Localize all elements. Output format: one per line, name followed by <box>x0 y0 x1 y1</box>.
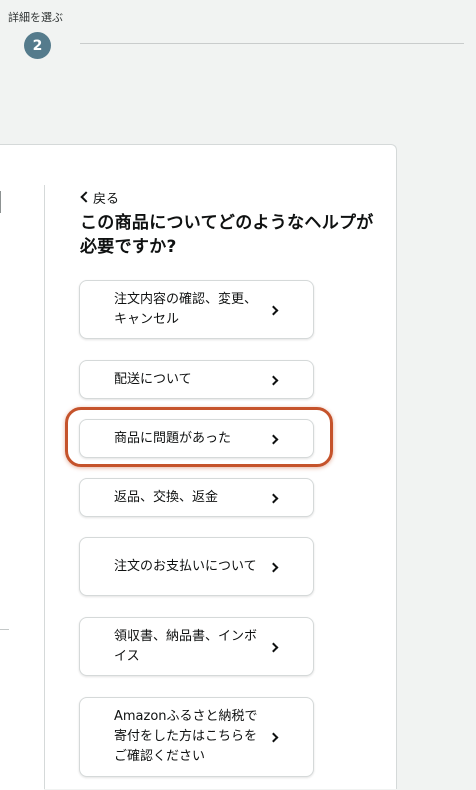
chevron-right-icon <box>268 732 279 743</box>
chevron-right-icon <box>268 434 279 444</box>
option-label: 配送について <box>114 371 192 387</box>
option-item-problem[interactable]: 商品に問題があった <box>79 419 314 458</box>
help-card: 戻る この商品についてどのようなヘルプが必要ですか? 注文内容の確認、変更、キャ… <box>44 144 397 789</box>
help-heading: この商品についてどのようなヘルプが必要ですか? <box>80 213 374 257</box>
left-panel <box>0 144 44 790</box>
option-order-change-cancel[interactable]: 注文内容の確認、変更、キャンセル <box>79 280 314 339</box>
back-link-label: 戻る <box>93 191 120 207</box>
panel-divider <box>44 185 45 789</box>
left-panel-mark <box>0 191 1 213</box>
chevron-right-icon <box>268 375 279 385</box>
step-number-badge: 2 <box>24 32 51 59</box>
left-panel-divider <box>0 629 9 630</box>
option-payment[interactable]: 注文のお支払いについて <box>79 537 314 596</box>
back-link[interactable]: 戻る <box>80 187 119 207</box>
chevron-right-icon <box>268 305 279 315</box>
option-label: 商品に問題があった <box>114 430 232 446</box>
option-receipt-invoice[interactable]: 領収書、納品書、インボイス <box>79 617 314 676</box>
option-label: 返品、交換、返金 <box>114 489 219 505</box>
option-label: 注文内容の確認、変更、キャンセル <box>114 291 258 327</box>
option-furusato-tax[interactable]: Amazonふるさと納税で寄付をした方はこちらをご確認ください <box>79 697 314 777</box>
chevron-right-icon <box>268 493 279 503</box>
chevron-left-icon <box>80 191 92 203</box>
chevron-right-icon <box>268 562 279 572</box>
option-label: Amazonふるさと納税で寄付をした方はこちらをご確認ください <box>114 709 258 764</box>
step-label: 詳細を選ぶ <box>8 11 63 24</box>
option-label: 領収書、納品書、インボイス <box>114 628 258 664</box>
option-delivery[interactable]: 配送について <box>79 360 314 399</box>
step-indicator: 詳細を選ぶ 2 <box>0 0 476 70</box>
option-return-refund[interactable]: 返品、交換、返金 <box>79 478 314 517</box>
chevron-right-icon <box>268 642 279 652</box>
option-label: 注文のお支払いについて <box>114 558 257 574</box>
step-progress-line <box>80 43 464 44</box>
